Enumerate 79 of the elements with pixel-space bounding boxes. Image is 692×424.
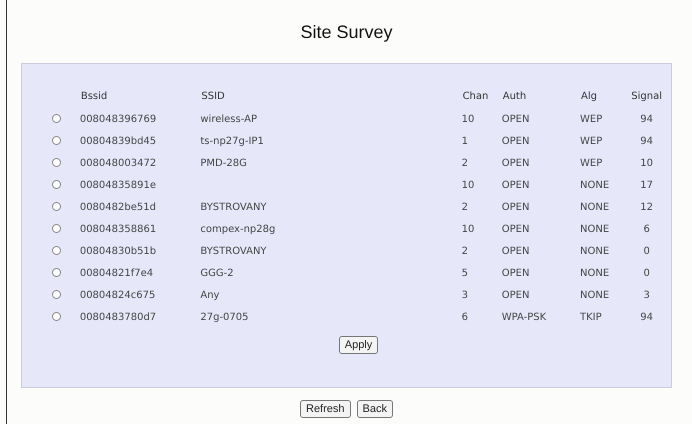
- radio-button[interactable]: [52, 224, 61, 234]
- table-cell: BYSTROVANY: [200, 202, 267, 212]
- page-title: Site Survey: [299, 22, 394, 43]
- table-cell: 00804835891e: [80, 180, 156, 190]
- table-cell: 17: [640, 180, 654, 190]
- table-cell: 0: [643, 246, 650, 256]
- table-cell: 5: [462, 268, 468, 278]
- table-cell: 12: [640, 202, 654, 212]
- table-cell: NONE: [580, 268, 610, 278]
- table-cell: 008048396769: [80, 114, 156, 124]
- table-cell: WPA-PSK: [502, 312, 546, 322]
- table-cell: NONE: [580, 202, 610, 212]
- column-header: Chan: [462, 90, 490, 104]
- table-cell: 10: [462, 114, 474, 124]
- table-cell: ts-np27g-IP1: [200, 136, 264, 146]
- table-cell: TKIP: [580, 312, 602, 322]
- table-cell: 10: [640, 158, 654, 168]
- table-cell: 0080483780d7: [80, 312, 156, 322]
- radio-button[interactable]: [52, 246, 61, 256]
- table-cell: OPEN: [502, 158, 530, 168]
- table-cell: 00804839bd45: [80, 136, 156, 146]
- table-cell: BYSTROVANY: [200, 246, 267, 256]
- table-cell: OPEN: [502, 114, 530, 124]
- radio-button[interactable]: [52, 312, 61, 322]
- table-cell: OPEN: [502, 290, 530, 300]
- column-header: SSID: [200, 90, 226, 104]
- table-cell: NONE: [580, 224, 610, 234]
- radio-button[interactable]: [52, 136, 61, 146]
- table-cell: 2: [462, 202, 468, 212]
- table-cell: OPEN: [502, 180, 530, 190]
- table-cell: WEP: [580, 114, 602, 124]
- radio-button[interactable]: [52, 268, 61, 278]
- table-cell: WEP: [580, 158, 602, 168]
- table-cell: 1: [462, 136, 468, 146]
- table-cell: OPEN: [502, 268, 530, 278]
- table-cell: compex-np28g: [200, 224, 276, 234]
- table-cell: 10: [462, 180, 474, 190]
- table-cell: 10: [462, 224, 474, 234]
- table-cell: NONE: [580, 246, 610, 256]
- table-cell: 0080482be51d: [80, 202, 156, 212]
- radio-button[interactable]: [52, 290, 61, 300]
- table-cell: GGG-2: [200, 268, 234, 278]
- table-cell: 94: [640, 312, 654, 322]
- table-cell: wireless-AP: [200, 114, 257, 124]
- table-cell: 3: [643, 290, 650, 300]
- table-cell: 0: [643, 268, 650, 278]
- table-cell: 3: [462, 290, 468, 300]
- column-header: Signal: [630, 90, 663, 104]
- table-cell: OPEN: [502, 224, 530, 234]
- table-cell: NONE: [580, 180, 610, 190]
- table-cell: 008048003472: [80, 158, 156, 168]
- action-button[interactable]: Refresh: [300, 400, 351, 418]
- table-cell: Any: [200, 290, 220, 300]
- table-cell: 6: [643, 224, 650, 234]
- table-cell: OPEN: [502, 246, 530, 256]
- table-cell: 2: [462, 158, 468, 168]
- column-header: Auth: [502, 90, 528, 104]
- radio-button[interactable]: [52, 180, 61, 190]
- radio-button[interactable]: [52, 114, 61, 124]
- table-cell: 27g-0705: [200, 312, 249, 322]
- table-cell: 94: [640, 114, 654, 124]
- column-header: Alg: [580, 90, 598, 104]
- apply-button[interactable]: Apply: [338, 336, 378, 354]
- table-cell: OPEN: [502, 202, 530, 212]
- table-cell: 2: [462, 246, 468, 256]
- table-cell: NONE: [580, 290, 610, 300]
- radio-button[interactable]: [52, 158, 61, 168]
- table-cell: 008048358861: [80, 224, 156, 234]
- table-cell: 94: [640, 136, 654, 146]
- column-header: Bssid: [80, 90, 108, 104]
- radio-button[interactable]: [52, 202, 61, 212]
- action-button[interactable]: Back: [356, 400, 393, 418]
- table-cell: OPEN: [502, 136, 530, 146]
- table-cell: 6: [462, 312, 468, 322]
- table-cell: PMD-28G: [200, 158, 247, 168]
- table-cell: 00804824c675: [80, 290, 156, 300]
- table-cell: WEP: [580, 136, 602, 146]
- table-cell: 00804830b51b: [80, 246, 156, 256]
- table-cell: 00804821f7e4: [80, 268, 154, 278]
